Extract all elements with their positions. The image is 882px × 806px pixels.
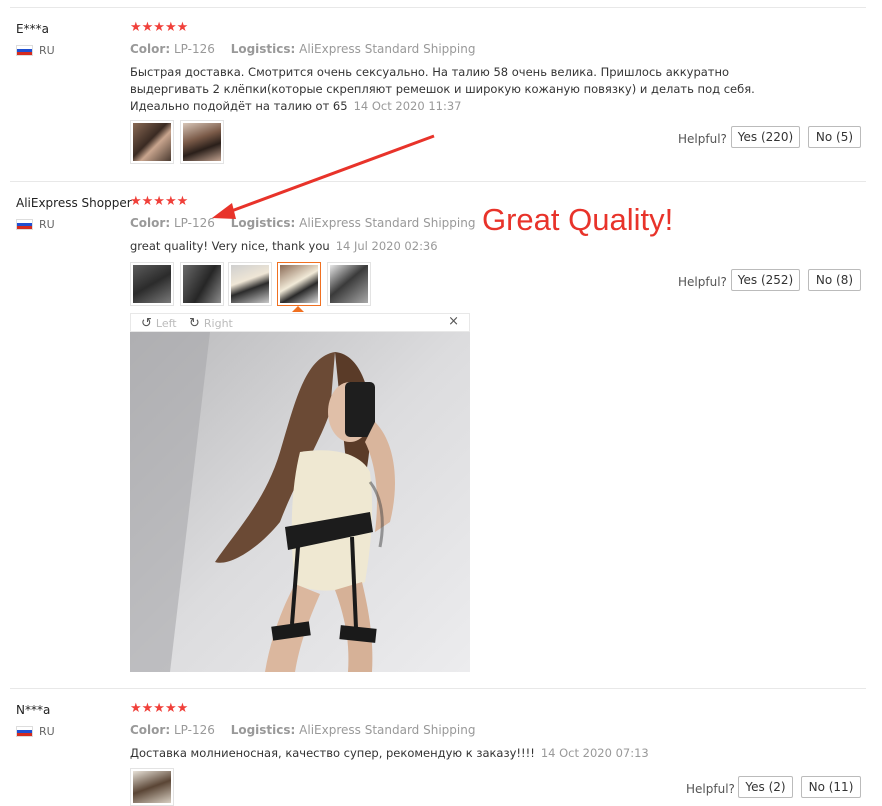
order-meta: Color: LP-126 Logistics: AliExpress Stan… (130, 723, 475, 737)
review-body: Доставка молниеносная, качество супер, р… (130, 746, 535, 760)
color-label: Color: (130, 723, 171, 737)
helpful-label: Helpful? (686, 782, 735, 796)
russia-flag-icon (16, 726, 33, 737)
reviewer-name: N***a (16, 703, 51, 717)
annotation-text: Great Quality! (482, 202, 674, 237)
review-photo-thumb[interactable] (130, 768, 174, 806)
logistics-label: Logistics: (230, 723, 296, 737)
annotation-arrow (212, 134, 435, 219)
review-date: 14 Oct 2020 07:13 (540, 746, 649, 760)
helpful-no-button[interactable]: No (11) (801, 776, 861, 798)
logistics-value: AliExpress Standard Shipping (299, 723, 476, 737)
reviewer-country: RU (16, 725, 55, 738)
color-value: LP-126 (173, 723, 215, 737)
country-code: RU (39, 725, 55, 738)
review-text: Доставка молниеносная, качество супер, р… (130, 745, 780, 762)
rating-stars: ★★★★★ (130, 701, 189, 716)
divider (10, 688, 866, 689)
helpful-yes-button[interactable]: Yes (2) (738, 776, 793, 798)
